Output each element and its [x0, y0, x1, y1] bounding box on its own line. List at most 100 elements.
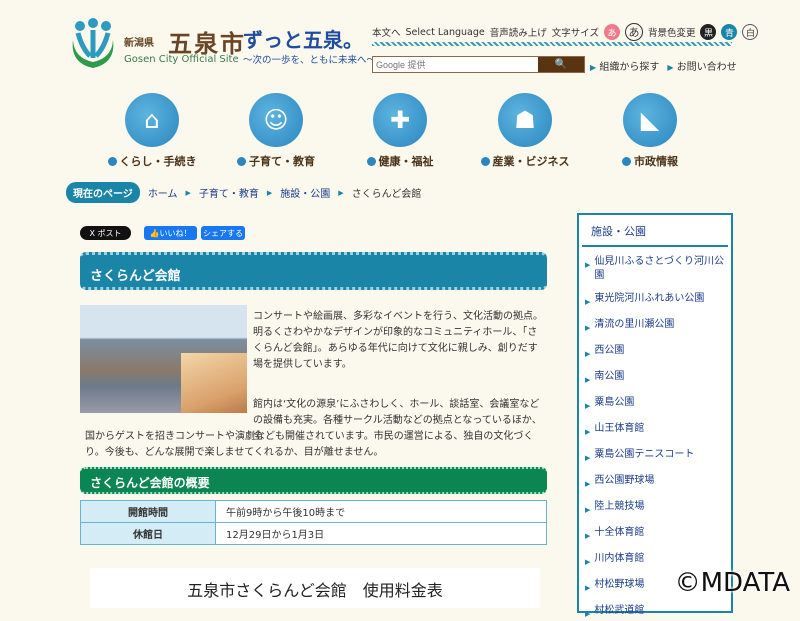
nav-label: 健康・福祉	[378, 155, 434, 168]
sidebar-link[interactable]: 西公園野球場	[594, 474, 654, 491]
triangle-icon: ▶	[585, 350, 591, 358]
page-title: さくらんど会館	[80, 252, 547, 290]
sidebar-item: ▶ 粟島公園テニスコート	[585, 448, 725, 465]
triangle-icon: ▶	[585, 428, 591, 436]
triangle-icon: ▶	[590, 63, 597, 72]
row-label: 開館時間	[80, 500, 216, 523]
nav-childcare[interactable]: ☺ 子育て・教育	[221, 93, 331, 169]
breadcrumb: 現在のページ ホーム ▶ 子育て・教育 ▶ 施設・公園 ▶ さくらんど会館	[66, 182, 421, 203]
breadcrumb-link[interactable]: ホーム	[148, 185, 178, 200]
search-button[interactable]: 🔍	[538, 57, 584, 72]
row-label: 休館日	[80, 522, 216, 545]
baby-icon: ☺	[249, 93, 303, 147]
overview-heading: さくらんど会館の概要	[80, 467, 547, 494]
table-row: 開館時間 午前9時から午後10時まで	[80, 500, 547, 523]
divider	[372, 42, 732, 46]
site-english-name: Gosen City Official Site	[124, 54, 239, 65]
font-normal-button[interactable]: あ	[624, 23, 643, 41]
sidebar-link[interactable]: 粟島公園	[594, 396, 634, 413]
overview-table: 開館時間 午前9時から午後10時まで 休館日 12月29日から1月3日	[80, 500, 547, 545]
intro-paragraph: コンサートや絵画展、多彩なイベントを行う、文化活動の拠点。明るくさわやかなデザイ…	[253, 311, 543, 370]
thumbs-up-icon: 👍	[149, 228, 160, 238]
facebook-share-button[interactable]: シェアする	[201, 226, 245, 240]
nav-health[interactable]: ✚ 健康・福祉	[345, 93, 455, 169]
sidebar-item: ▶ 山王体育館	[585, 422, 725, 439]
breadcrumb-link[interactable]: 子育て・教育	[199, 185, 259, 200]
sidebar-link[interactable]: 山王体育館	[594, 422, 644, 439]
sidebar-link[interactable]: 村松武道館	[594, 604, 644, 621]
building-photo	[80, 305, 247, 413]
slogan: ずっと五泉。	[243, 28, 363, 52]
house-icon: ⌂	[125, 93, 179, 147]
nav-label: 子育て・教育	[249, 155, 315, 168]
sidebar-link[interactable]: 陸上競技場	[594, 500, 644, 517]
triangle-icon: ▶	[585, 558, 591, 566]
nav-business[interactable]: ☗ 産業・ビジネス	[470, 93, 580, 169]
bg-black-button[interactable]: 黒	[700, 24, 717, 40]
triangle-icon: ▶	[585, 506, 591, 514]
x-post-button[interactable]: X ポスト	[80, 226, 131, 240]
prefecture-label: 新潟県	[124, 38, 154, 49]
nav-label: くらし・手続き	[119, 155, 197, 168]
sidebar-link[interactable]: 清流の里川瀬公園	[594, 318, 674, 335]
search-input[interactable]	[373, 57, 538, 72]
sidebar-link[interactable]: 村松野球場	[594, 578, 644, 595]
sidebar-link[interactable]: 東光院河川ふれあい公園	[594, 292, 704, 309]
sidebar-item: ▶ 粟島公園	[585, 396, 725, 413]
business-icon: ☗	[498, 93, 552, 147]
sidebar-item: ▶ 西公園	[585, 344, 725, 361]
triangle-icon: ▶	[667, 63, 674, 72]
nav-city[interactable]: ◣ 市政情報	[595, 93, 705, 169]
city-icon: ◣	[623, 93, 677, 147]
slogan-sub: 〜次の一歩を、ともに未来へ〜	[243, 55, 377, 66]
breadcrumb-link[interactable]: 施設・公園	[280, 185, 330, 200]
sidebar-title-link[interactable]: 施設・公園	[591, 225, 646, 238]
sidebar: 施設・公園 ▶ 仙見川ふるさとづくり河川公園 ▶ 東光院河川ふれあい公園 ▶ 清流の里川瀬…	[577, 213, 733, 618]
org-search-link[interactable]: 組織から探す	[599, 62, 659, 73]
watermark: ©MDATA	[674, 568, 790, 598]
nav-label: 産業・ビジネス	[492, 155, 570, 168]
sidebar-link[interactable]: 川内体育館	[594, 552, 644, 569]
like-label: いいね！	[159, 228, 192, 238]
city-logo-icon	[72, 18, 114, 68]
nav-label: 市政情報	[634, 155, 678, 168]
language-link[interactable]: Select Language	[406, 27, 485, 38]
triangle-icon: ▶	[585, 298, 591, 306]
fee-table-title: 五泉市さくらんど会館 使用料金表	[90, 568, 540, 608]
health-icon: ✚	[373, 93, 427, 147]
sidebar-item: ▶ 十全体育館	[585, 526, 725, 543]
facebook-like-button[interactable]: 👍 いいね！	[144, 226, 197, 240]
triangle-icon: ▶	[585, 532, 591, 540]
bg-blue-button[interactable]: 青	[721, 24, 738, 40]
bg-color-label: 背景色変更	[647, 28, 696, 39]
current-page-label: 現在のページ	[66, 182, 140, 203]
skip-link[interactable]: 本文へ	[372, 25, 401, 39]
sidebar-item: ▶ 東光院河川ふれあい公園	[585, 292, 725, 309]
sidebar-link[interactable]: 西公園	[594, 344, 624, 361]
nav-living[interactable]: ⌂ くらし・手続き	[97, 93, 207, 169]
triangle-icon: ▶	[585, 454, 591, 462]
sidebar-link[interactable]: 仙見川ふるさとづくり河川公園	[594, 255, 725, 283]
triangle-icon: ▶	[585, 261, 591, 269]
font-large-button[interactable]: あ	[603, 24, 620, 40]
sidebar-item: ▶ 仙見川ふるさとづくり河川公園	[585, 255, 725, 283]
table-row: 休館日 12月29日から1月3日	[80, 522, 547, 545]
sidebar-link[interactable]: 十全体育館	[594, 526, 644, 543]
triangle-icon: ▶	[585, 480, 591, 488]
triangle-icon: ▶	[585, 376, 591, 384]
sidebar-item: ▶ 南公園	[585, 370, 725, 387]
header-links: ▶ 組織から探す ▶ お問い合わせ	[590, 58, 737, 73]
read-aloud-link[interactable]: 音声読み上げ	[490, 25, 547, 39]
breadcrumb-current: さくらんど会館	[351, 189, 422, 200]
sidebar-item: ▶ 川内体育館	[585, 552, 725, 569]
triangle-icon: ▶	[585, 610, 591, 618]
sidebar-item: ▶ 陸上競技場	[585, 500, 725, 517]
triangle-icon: ▶	[585, 584, 591, 592]
contact-link[interactable]: お問い合わせ	[677, 62, 737, 73]
sidebar-link[interactable]: 粟島公園テニスコート	[594, 448, 694, 465]
sidebar-link[interactable]: 南公園	[594, 370, 624, 387]
search-icon: 🔍	[554, 59, 568, 70]
bg-white-button[interactable]: 白	[742, 24, 759, 40]
triangle-icon: ▶	[585, 324, 591, 332]
sidebar-item: ▶ 村松武道館	[585, 604, 725, 621]
